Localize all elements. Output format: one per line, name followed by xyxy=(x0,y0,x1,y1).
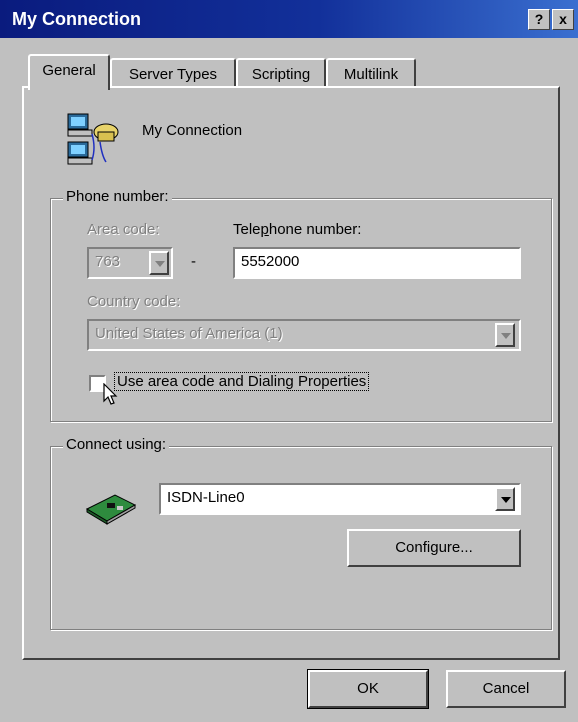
country-code-combobox: United States of America (1) xyxy=(87,319,521,351)
ok-button[interactable]: OK xyxy=(307,669,429,709)
mouse-cursor-icon xyxy=(103,382,119,411)
device-dropdown-icon[interactable] xyxy=(495,487,515,511)
configure-button[interactable]: Configure... xyxy=(347,529,521,567)
window-title: My Connection xyxy=(12,9,141,29)
close-button[interactable]: x xyxy=(552,9,574,30)
area-code-label: Area code: xyxy=(87,221,160,238)
connection-name: My Connection xyxy=(142,122,243,139)
cancel-button[interactable]: Cancel xyxy=(446,670,566,708)
modem-card-icon xyxy=(85,489,137,525)
area-code-dropdown-icon xyxy=(149,251,169,275)
phone-number-group-label: Phone number: xyxy=(63,188,172,205)
use-dialing-properties-label[interactable]: Use area code and Dialing Properties xyxy=(113,372,370,391)
phone-number-group: Phone number: Area code: 763 - Telephone… xyxy=(50,188,552,422)
telephone-number-value: 5552000 xyxy=(241,253,300,270)
network-computers-icon xyxy=(66,112,122,168)
connect-using-group-label: Connect using: xyxy=(63,436,170,453)
help-button[interactable]: ? xyxy=(528,9,550,30)
telephone-number-label: Telephone number: xyxy=(233,221,362,238)
area-code-dash: - xyxy=(191,253,196,270)
country-code-value: United States of America (1) xyxy=(95,325,283,342)
connect-using-group: Connect using: ISDN-Line0 Configure... xyxy=(50,436,552,630)
device-value: ISDN-Line0 xyxy=(167,489,245,506)
tab-general[interactable]: General xyxy=(28,54,110,90)
device-combobox[interactable]: ISDN-Line0 xyxy=(159,483,521,515)
area-code-value: 763 xyxy=(95,253,121,270)
general-tab-panel: My Connection Phone number: Area code: 7… xyxy=(22,86,560,660)
country-code-dropdown-icon xyxy=(495,323,515,347)
telephone-number-input[interactable]: 5552000 xyxy=(233,247,521,279)
title-bar[interactable]: My Connection ? x xyxy=(0,0,578,38)
country-code-label: Country code: xyxy=(87,293,181,310)
